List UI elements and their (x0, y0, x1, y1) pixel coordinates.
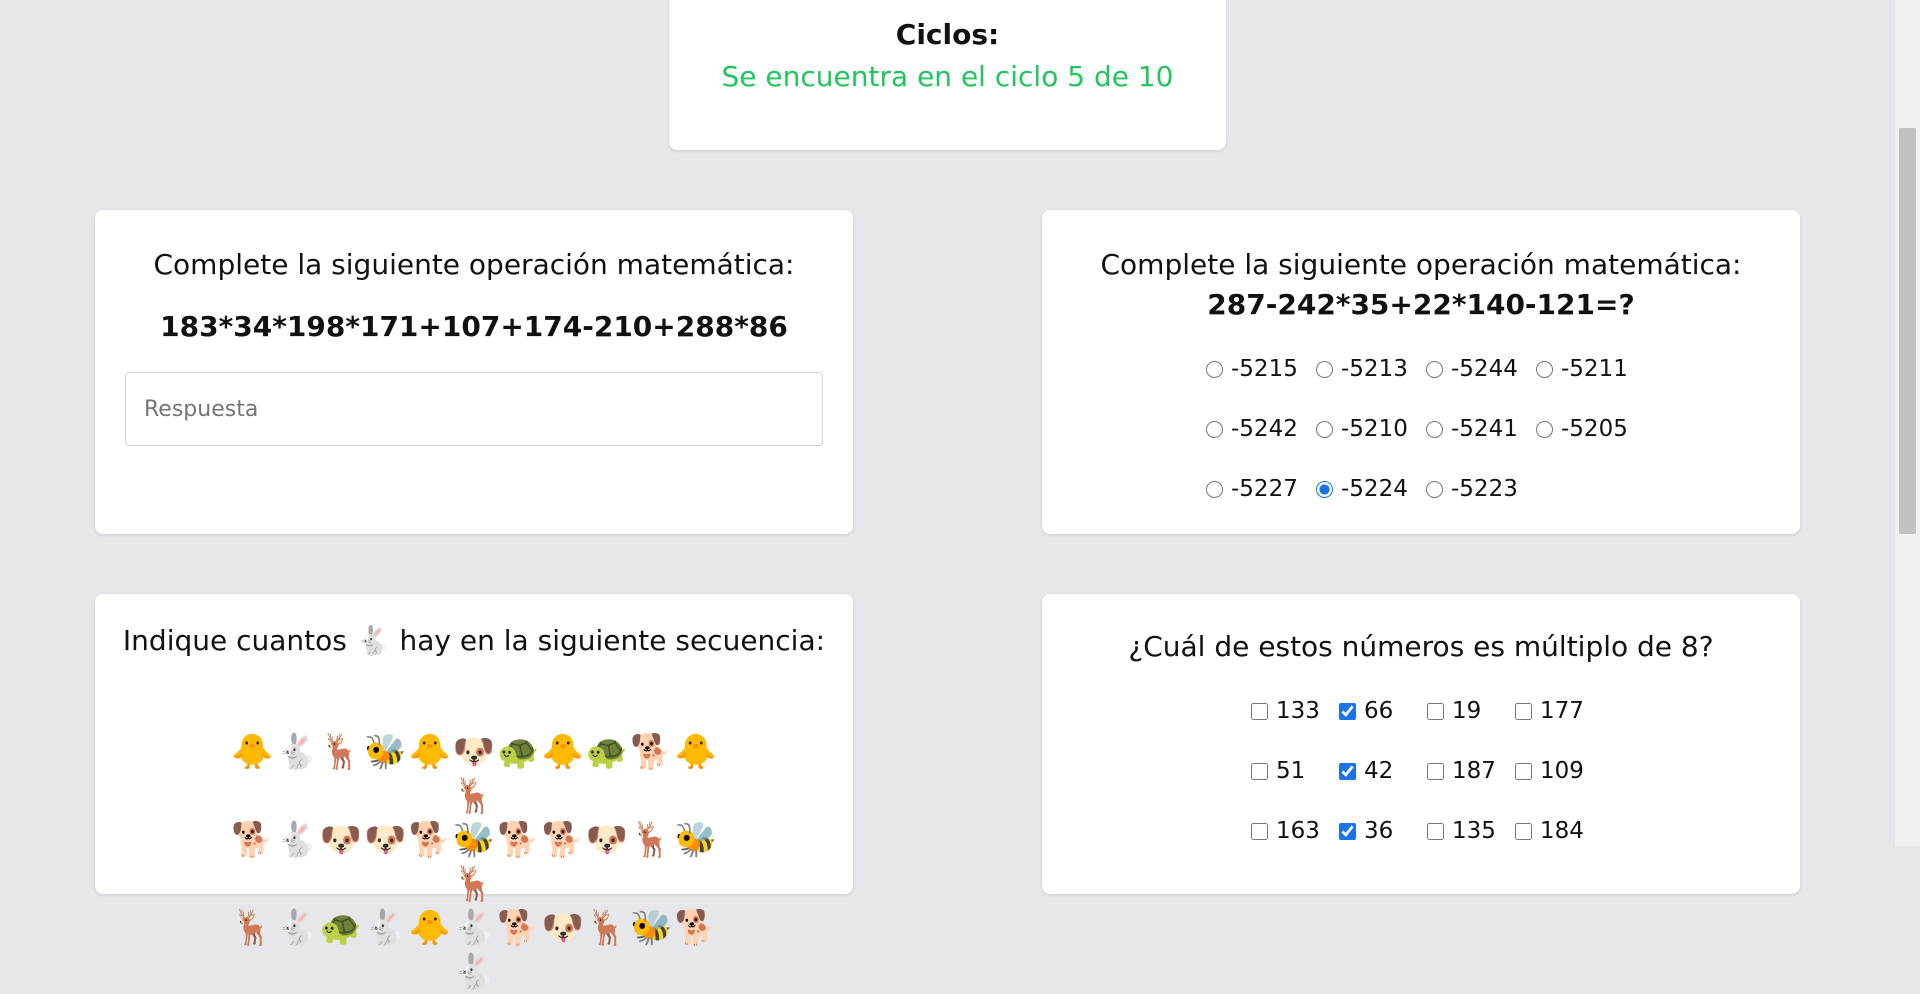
answer-options-checkbox: 133 66 19 177 51 42 187 109 163 36 135 184 (1251, 696, 1603, 846)
radio-input[interactable] (1316, 480, 1333, 498)
checkbox-option[interactable]: 42 (1339, 756, 1427, 786)
checkbox-option-label: 42 (1364, 758, 1394, 784)
checkbox-option-label: 36 (1364, 818, 1394, 844)
checkbox-input[interactable] (1251, 702, 1268, 720)
answer-input[interactable] (125, 372, 823, 446)
question-card-math-choice: Complete la siguiente operación matemáti… (1042, 210, 1800, 534)
checkbox-input[interactable] (1339, 762, 1356, 780)
checkbox-option-label: 66 (1364, 698, 1394, 724)
checkbox-option-label: 51 (1276, 758, 1306, 784)
question-card-math-input: Complete la siguiente operación matemáti… (95, 210, 853, 534)
radio-input[interactable] (1536, 360, 1553, 378)
checkbox-option[interactable]: 163 (1251, 816, 1339, 846)
checkbox-input[interactable] (1515, 702, 1532, 720)
radio-option-label: -5227 (1231, 476, 1298, 502)
checkbox-option[interactable]: 177 (1515, 696, 1603, 726)
checkbox-option-label: 163 (1276, 818, 1320, 844)
checkbox-option-label: 187 (1452, 758, 1496, 784)
checkbox-option[interactable]: 51 (1251, 756, 1339, 786)
question-prompt: Complete la siguiente operación matemáti… (153, 248, 795, 281)
radio-option[interactable]: -5210 (1316, 414, 1426, 444)
emoji-row: 🐥🐇🦌🐝🐥🐶🐢🐥🐢🐕🐥🦌 (231, 732, 719, 816)
radio-option-label: -5215 (1231, 356, 1298, 382)
question-card-multiple-of: ¿Cuál de estos números es múltiplo de 8?… (1042, 594, 1800, 894)
radio-option-label: -5223 (1451, 476, 1518, 502)
radio-input[interactable] (1426, 420, 1443, 438)
checkbox-option[interactable]: 133 (1251, 696, 1339, 726)
checkbox-option-label: 177 (1540, 698, 1584, 724)
checkbox-input[interactable] (1427, 762, 1444, 780)
radio-option[interactable]: -5215 (1206, 354, 1316, 384)
checkbox-option[interactable]: 187 (1427, 756, 1515, 786)
checkbox-option[interactable]: 135 (1427, 816, 1515, 846)
radio-input[interactable] (1206, 420, 1223, 438)
checkbox-option[interactable]: 19 (1427, 696, 1515, 726)
radio-option[interactable]: -5244 (1426, 354, 1536, 384)
radio-input[interactable] (1206, 360, 1223, 378)
checkbox-input[interactable] (1427, 822, 1444, 840)
radio-option-label: -5211 (1561, 356, 1628, 382)
checkbox-input[interactable] (1515, 822, 1532, 840)
checkbox-option-label: 109 (1540, 758, 1584, 784)
radio-option[interactable]: -5224 (1316, 474, 1426, 504)
radio-option-label: -5244 (1451, 356, 1518, 382)
radio-input[interactable] (1316, 360, 1333, 378)
emoji-sequence: 🐥🐇🦌🐝🐥🐶🐢🐥🐢🐕🐥🦌 🐕🐇🐶🐶🐕🐝🐕🐕🐶🦌🐝🦌 🦌🐇🐢🐇🐥🐇🐕🐶🦌🐝🐕🐇 (225, 730, 725, 994)
radio-option[interactable]: -5227 (1206, 474, 1316, 504)
cycles-status: Se encuentra en el ciclo 5 de 10 (721, 60, 1174, 93)
checkbox-input[interactable] (1339, 822, 1356, 840)
question-prompt: ¿Cuál de estos números es múltiplo de 8? (1128, 630, 1714, 663)
radio-option-label: -5224 (1341, 476, 1408, 502)
question-prompt: Indique cuantos 🐇 hay en la siguiente se… (122, 624, 826, 657)
radio-input[interactable] (1316, 420, 1333, 438)
radio-option[interactable]: -5213 (1316, 354, 1426, 384)
checkbox-option[interactable]: 184 (1515, 816, 1603, 846)
page-scrollbar[interactable] (1895, 0, 1920, 846)
radio-option[interactable]: -5205 (1536, 414, 1646, 444)
radio-option[interactable]: -5211 (1536, 354, 1646, 384)
checkbox-input[interactable] (1251, 822, 1268, 840)
checkbox-option-label: 19 (1452, 698, 1482, 724)
answer-options-radio: -5215 -5213 -5244 -5211 -5242 -5210 -5241 -5205… (1206, 354, 1646, 504)
checkbox-option[interactable]: 66 (1339, 696, 1427, 726)
cycles-card: Ciclos: Se encuentra en el ciclo 5 de 10 (669, 0, 1226, 150)
radio-option[interactable]: -5241 (1426, 414, 1536, 444)
radio-input[interactable] (1536, 420, 1553, 438)
checkbox-option-label: 184 (1540, 818, 1584, 844)
question-card-count-sequence: Indique cuantos 🐇 hay en la siguiente se… (95, 594, 853, 992)
math-expression: 287-242*35+22*140-121=? (1207, 288, 1635, 321)
radio-option[interactable]: -5242 (1206, 414, 1316, 444)
checkbox-option[interactable]: 36 (1339, 816, 1427, 846)
checkbox-option-label: 135 (1452, 818, 1496, 844)
scrollbar-thumb[interactable] (1899, 128, 1916, 534)
radio-input[interactable] (1426, 480, 1443, 498)
cycles-title: Ciclos: (895, 18, 1000, 51)
radio-option-label: -5213 (1341, 356, 1408, 382)
radio-option-label: -5241 (1451, 416, 1518, 442)
checkbox-option-label: 133 (1276, 698, 1320, 724)
checkbox-input[interactable] (1515, 762, 1532, 780)
radio-input[interactable] (1426, 360, 1443, 378)
radio-option-label: -5210 (1341, 416, 1408, 442)
math-expression: 183*34*198*171+107+174-210+288*86 (160, 310, 788, 343)
radio-input[interactable] (1206, 480, 1223, 498)
checkbox-option[interactable]: 109 (1515, 756, 1603, 786)
question-prompt: Complete la siguiente operación matemáti… (1100, 248, 1742, 281)
radio-option-label: -5242 (1231, 416, 1298, 442)
radio-option[interactable]: -5223 (1426, 474, 1536, 504)
emoji-row: 🐕🐇🐶🐶🐕🐝🐕🐕🐶🦌🐝🦌 (231, 820, 719, 904)
checkbox-input[interactable] (1339, 702, 1356, 720)
radio-option-label: -5205 (1561, 416, 1628, 442)
checkbox-input[interactable] (1427, 702, 1444, 720)
checkbox-input[interactable] (1251, 762, 1268, 780)
emoji-row: 🦌🐇🐢🐇🐥🐇🐕🐶🦌🐝🐕🐇 (231, 908, 719, 992)
